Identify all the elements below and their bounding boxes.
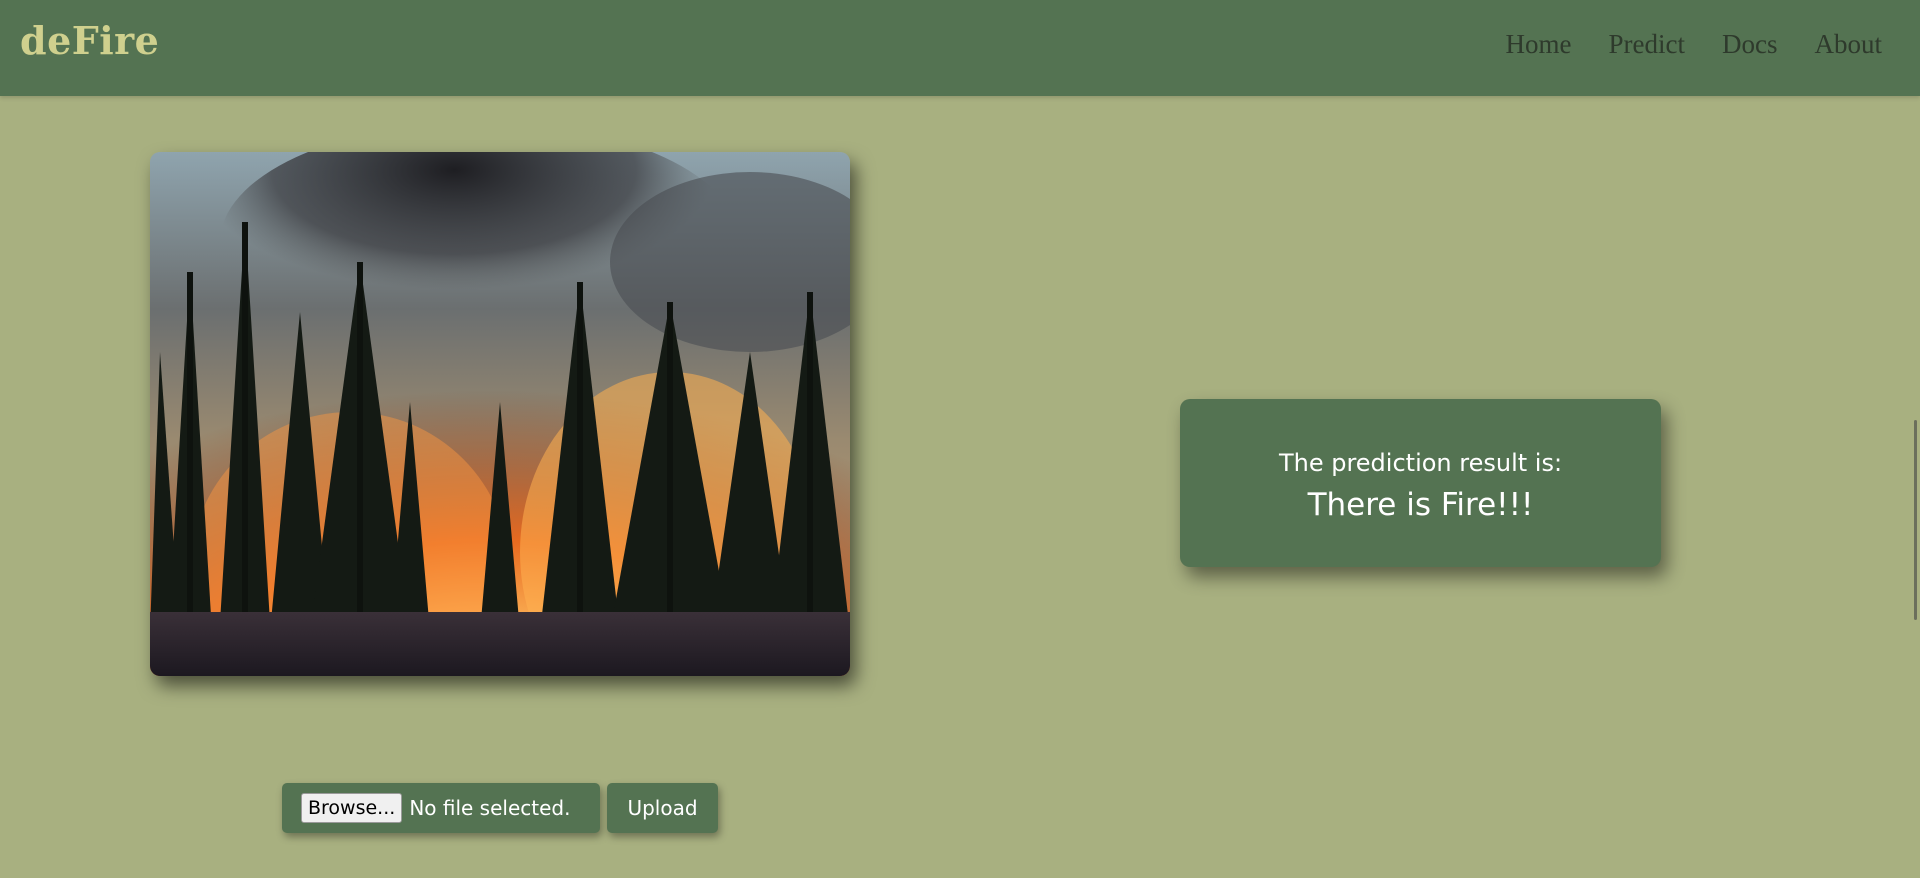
prediction-result-value: There is Fire!!! (1307, 487, 1534, 523)
brand-logo[interactable]: deFire (20, 18, 159, 63)
nav-link-about[interactable]: About (1815, 29, 1883, 60)
nav-link-home[interactable]: Home (1506, 29, 1572, 60)
upload-button[interactable]: Upload (607, 783, 718, 833)
file-status-text: No file selected. (409, 796, 571, 820)
nav-link-predict[interactable]: Predict (1609, 29, 1685, 60)
file-input[interactable]: Browse... No file selected. (282, 783, 600, 833)
browse-button[interactable]: Browse... (301, 793, 403, 823)
nav-links: Home Predict Docs About (1506, 29, 1882, 60)
nav-link-docs[interactable]: Docs (1722, 29, 1778, 60)
scrollbar-thumb[interactable] (1914, 420, 1917, 620)
navbar: deFire Home Predict Docs About (0, 0, 1920, 96)
uploaded-image-preview (150, 152, 850, 676)
prediction-result-card: The prediction result is: There is Fire!… (1180, 399, 1661, 567)
prediction-result-label: The prediction result is: (1278, 449, 1563, 477)
